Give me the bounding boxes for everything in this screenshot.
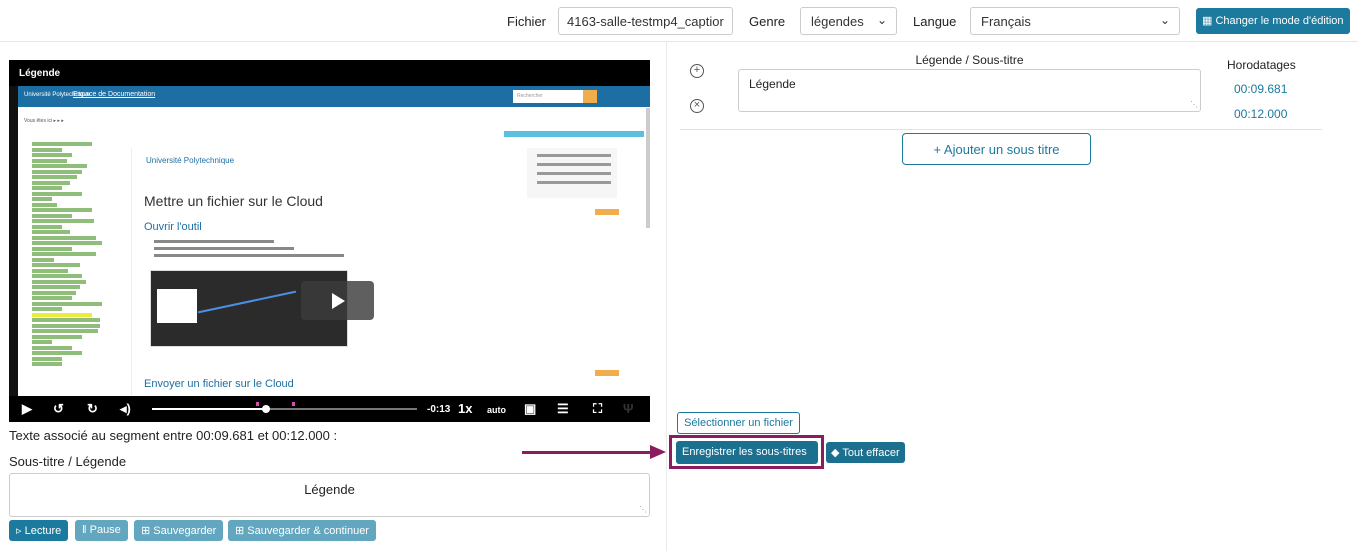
remove-circle-icon[interactable]: × (690, 99, 704, 113)
video-page-heading: Mettre un fichier sur le Cloud (144, 193, 323, 209)
video-toc (527, 148, 617, 198)
video-site-tag (504, 131, 644, 137)
select-file-button[interactable]: Sélectionner un fichier (677, 412, 800, 434)
video-site-search: Rechercher (513, 90, 583, 103)
video-player[interactable]: Légende Université Polytechnique Espace … (9, 60, 650, 422)
subtitle-textarea-value: Légende (304, 482, 355, 497)
video-site-search-icon (583, 90, 597, 103)
save-button-label: Sauvegarder (153, 525, 217, 537)
annotation-arrow (522, 451, 650, 454)
segment-marker (256, 402, 259, 406)
end-timestamp[interactable]: 00:12.000 (1234, 107, 1287, 121)
pip-icon[interactable]: ▣ (524, 401, 536, 417)
subtitle-textarea[interactable]: Légende ⋱ (9, 473, 650, 517)
video-site-title: Espace de Documentation (73, 91, 156, 98)
speed-button[interactable]: 1x (458, 401, 472, 416)
chapters-icon[interactable]: ☰ (557, 401, 569, 417)
time-remaining: -0:13 (427, 404, 451, 415)
add-subtitle-button[interactable]: + Ajouter un sous titre (902, 133, 1091, 165)
save-button[interactable]: ⊞ Sauvegarder (134, 520, 224, 541)
big-play-button[interactable] (301, 281, 374, 320)
pause-icon: ‖ (82, 524, 87, 536)
video-site-navbar: Université Polytechnique Espace de Docum… (18, 86, 650, 107)
fullscreen-icon[interactable]: ⛶ (593, 401, 602, 417)
resize-grip-icon[interactable]: ⋱ (639, 505, 647, 514)
pause-button[interactable]: ‖ Pause (75, 520, 128, 541)
rewind-icon[interactable]: ↺ (53, 401, 64, 417)
subtitle-label: Sous-titre / Légende (9, 454, 127, 469)
video-controls: ▶ ↺ ↻ ◂) -0:13 1x auto ▣ ☰ ⛶ Ψ (9, 396, 650, 422)
video-site-scrollbar (646, 108, 650, 228)
genre-select[interactable]: légendes ⌄ (800, 7, 897, 35)
genre-label: Genre (749, 14, 786, 29)
video-progress-bar[interactable] (152, 402, 417, 413)
video-badge (595, 370, 619, 376)
video-site-breadcrumb: Vous êtes ici ▸ ▸ ▸ (24, 118, 64, 124)
video-site-document: Université Polytechnique Mettre un fichi… (131, 148, 633, 422)
pause-button-label: Pause (89, 524, 121, 536)
video-frame: Université Polytechnique Espace de Docum… (18, 86, 650, 422)
play-icon[interactable]: ▶ (22, 401, 32, 417)
clear-all-button[interactable]: ◆ Tout effacer (826, 442, 905, 463)
change-edit-mode-label: Changer le mode d'édition (1215, 15, 1344, 27)
segment-marker (292, 402, 295, 406)
quality-button[interactable]: auto (487, 405, 506, 415)
video-title: Légende (9, 60, 650, 86)
clear-all-label: Tout effacer (842, 447, 900, 459)
play-button-label: Lecture (24, 525, 62, 537)
video-site-tree (32, 142, 122, 368)
column-divider (666, 42, 667, 551)
annotation-arrow-head (650, 445, 666, 459)
timestamps-column-header: Horodatages (1227, 58, 1296, 72)
save-continue-button[interactable]: ⊞ Sauvegarder & continuer (228, 520, 376, 541)
genre-select-value: légendes (811, 14, 864, 29)
save-icon: ⊞ (235, 525, 245, 537)
change-edit-mode-button[interactable]: ▦ Changer le mode d'édition (1196, 8, 1350, 34)
start-timestamp[interactable]: 00:09.681 (1234, 82, 1287, 96)
langue-select[interactable]: Français ⌄ (970, 7, 1180, 35)
save-continue-button-label: Sauvegarder & continuer (247, 525, 369, 537)
langue-select-value: Français (981, 14, 1031, 29)
video-section-heading: Ouvrir l'outil (144, 221, 202, 233)
caption-column-header: Légende / Sous-titre (915, 53, 1024, 67)
resize-grip-icon[interactable]: ⋱ (1190, 100, 1198, 109)
row-divider (680, 129, 1322, 130)
video-badge (595, 209, 619, 215)
toolbar: Fichier 4163-salle-testmp4_captior Genre… (0, 0, 1358, 42)
file-label: Fichier (507, 14, 547, 29)
eraser-icon: ◆ (831, 447, 840, 459)
chevron-down-icon: ⌄ (1159, 13, 1170, 27)
video-section-heading-2: Envoyer un fichier sur le Cloud (144, 378, 294, 390)
video-bullets (154, 240, 354, 261)
progress-knob[interactable] (261, 405, 270, 413)
file-field[interactable]: 4163-salle-testmp4_captior (558, 7, 733, 35)
segment-info: Texte associé au segment entre 00:09.681… (9, 428, 338, 443)
play-button[interactable]: ▹ Lecture (9, 520, 69, 541)
logo-icon: Ψ (623, 401, 634, 416)
forward-icon[interactable]: ↻ (87, 401, 98, 417)
volume-icon[interactable]: ◂) (120, 401, 131, 417)
university-logo: Université Polytechnique (146, 156, 235, 165)
progress-fill (152, 408, 266, 410)
caption-textarea[interactable]: Légende ⋱ (738, 69, 1201, 112)
save-subtitles-button[interactable]: Enregistrer les sous-titres (676, 441, 818, 464)
add-circle-icon[interactable]: + (690, 64, 704, 78)
langue-label: Langue (913, 14, 957, 29)
chevron-down-icon: ⌄ (876, 13, 887, 27)
edit-mode-icon: ▦ (1202, 15, 1213, 27)
play-icon (332, 293, 345, 309)
caption-textarea-value: Légende (749, 77, 796, 91)
save-icon: ⊞ (141, 525, 151, 537)
play-icon: ▹ (16, 525, 22, 537)
